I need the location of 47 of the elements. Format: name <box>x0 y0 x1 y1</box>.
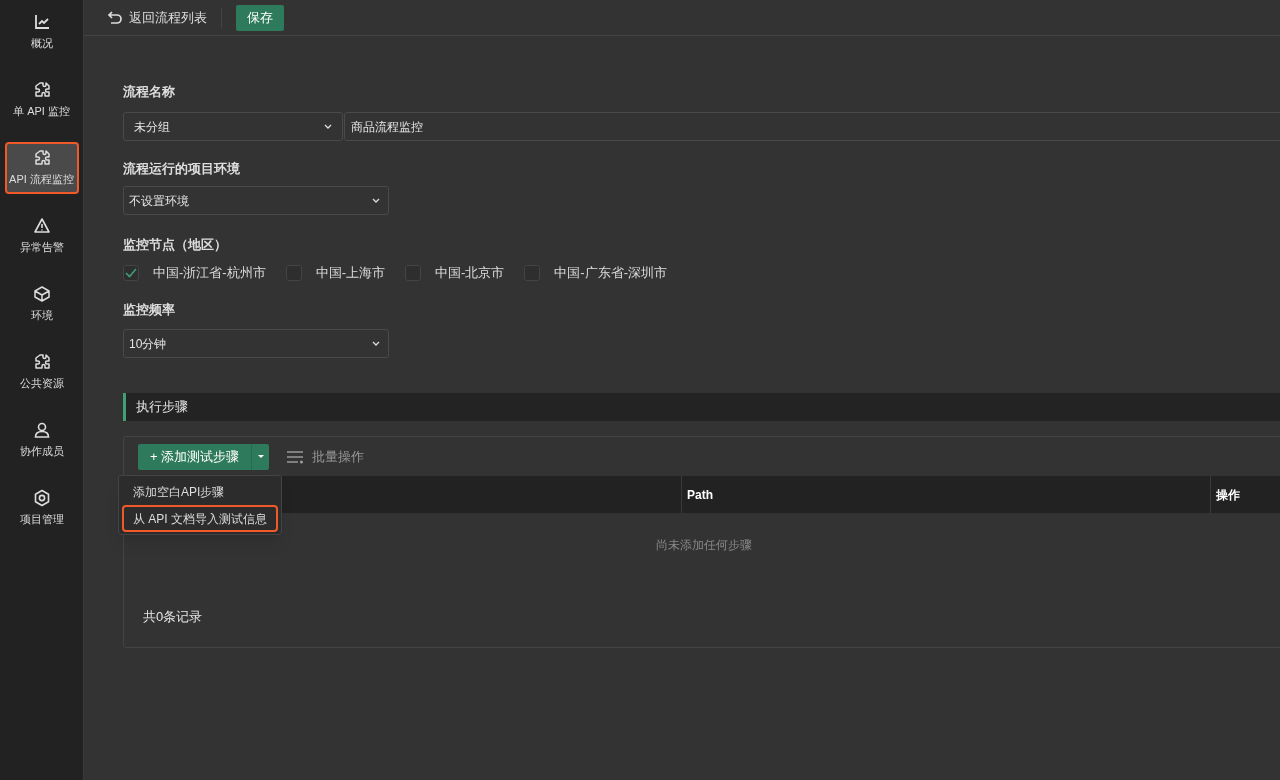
sidebar-item[interactable]: 单 API 监控 <box>4 74 79 126</box>
puzzle-icon <box>32 148 51 167</box>
back-link[interactable]: 返回流程列表 <box>107 7 207 28</box>
add-step-button[interactable]: + 添加测试步骤 <box>138 443 252 470</box>
sidebar-item[interactable]: 项目管理 <box>4 482 79 534</box>
sidebar-item[interactable]: API 流程监控 <box>4 142 79 194</box>
checkbox-label: 中国-浙江省-杭州市 <box>153 264 266 283</box>
column-header: Path <box>687 486 713 504</box>
sidebar-item[interactable]: 协作成员 <box>4 414 79 466</box>
checkbox-label: 中国-广东省-深圳市 <box>554 264 668 283</box>
gear-icon <box>32 488 51 507</box>
sidebar-item[interactable]: 异常告警 <box>4 210 79 262</box>
record-count: 共0条记录 <box>143 608 203 626</box>
batch-button[interactable]: 批量操作 <box>287 446 365 467</box>
column-header: 操作 <box>1216 486 1240 504</box>
save-button[interactable]: 保存 <box>236 4 284 31</box>
sidebar-item[interactable]: 概况 <box>4 6 79 58</box>
frequency-select[interactable]: 10分钟 <box>123 329 389 358</box>
menu-item[interactable]: 添加空白API步骤 <box>122 478 278 505</box>
checkbox[interactable] <box>123 265 139 281</box>
dropdown-button[interactable] <box>251 443 270 470</box>
environment-select[interactable]: 不设置环境 <box>123 186 389 215</box>
checkbox-label: 中国-北京市 <box>435 264 505 283</box>
sidebar-item[interactable]: 环境 <box>4 278 79 330</box>
list-icon <box>287 449 305 464</box>
warning-icon <box>32 216 51 235</box>
chevron-down-icon <box>372 198 380 203</box>
group-select[interactable]: 未分组 <box>123 112 343 141</box>
puzzle-icon <box>32 352 51 371</box>
puzzle-icon <box>32 80 51 99</box>
field-label: 监控节点（地区） <box>123 236 228 254</box>
sidebar-item[interactable]: 公共资源 <box>4 346 79 398</box>
field-label: 流程运行的项目环境 <box>123 160 241 178</box>
empty-message: 尚未添加任何步骤 <box>655 537 752 554</box>
chevron-down-icon <box>372 341 380 346</box>
chevron-down-icon <box>324 124 332 129</box>
name-input[interactable]: 商品流程监控 <box>344 112 1280 141</box>
cube-icon <box>32 284 51 303</box>
user-icon <box>32 420 51 439</box>
caret-icon <box>256 454 265 459</box>
undo-icon <box>107 10 123 25</box>
field-label: 流程名称 <box>123 83 176 101</box>
field-label: 监控频率 <box>123 301 176 319</box>
chart-icon <box>32 12 51 31</box>
section-header: 执行步骤 <box>123 393 1280 421</box>
menu-item[interactable]: 从 API 文档导入测试信息 <box>122 505 278 532</box>
checkbox-label: 中国-上海市 <box>315 264 385 283</box>
